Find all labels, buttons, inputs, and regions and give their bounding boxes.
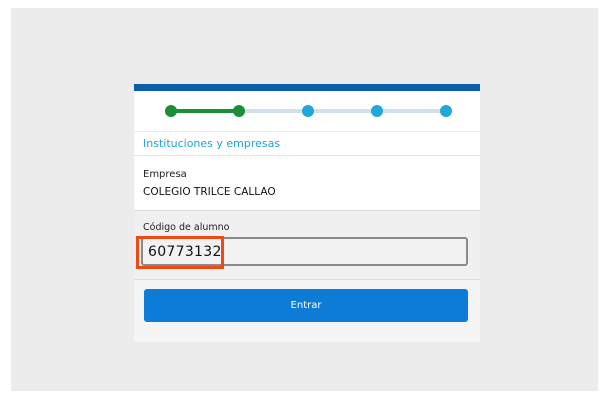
step-5-dot	[440, 105, 452, 117]
step-3-dot	[302, 105, 314, 117]
enter-button[interactable]: Entrar	[144, 289, 468, 322]
step-2-dot	[233, 105, 245, 117]
section-title: Instituciones y empresas	[143, 137, 281, 150]
step-1-dot	[165, 105, 177, 117]
login-panel: Instituciones y empresas Empresa COLEGIO…	[134, 84, 480, 342]
top-bar	[134, 84, 480, 91]
section-tab-instituciones[interactable]: Instituciones y empresas	[134, 131, 480, 156]
step-track-done	[171, 109, 239, 113]
step-4-dot	[371, 105, 383, 117]
company-field: Empresa COLEGIO TRILCE CALLAO	[134, 155, 480, 211]
student-code-label: Código de alumno	[143, 222, 230, 233]
focus-highlight-box	[136, 236, 224, 269]
company-value: COLEGIO TRILCE CALLAO	[143, 186, 276, 198]
progress-stepper	[134, 91, 480, 131]
company-label: Empresa	[143, 169, 187, 180]
